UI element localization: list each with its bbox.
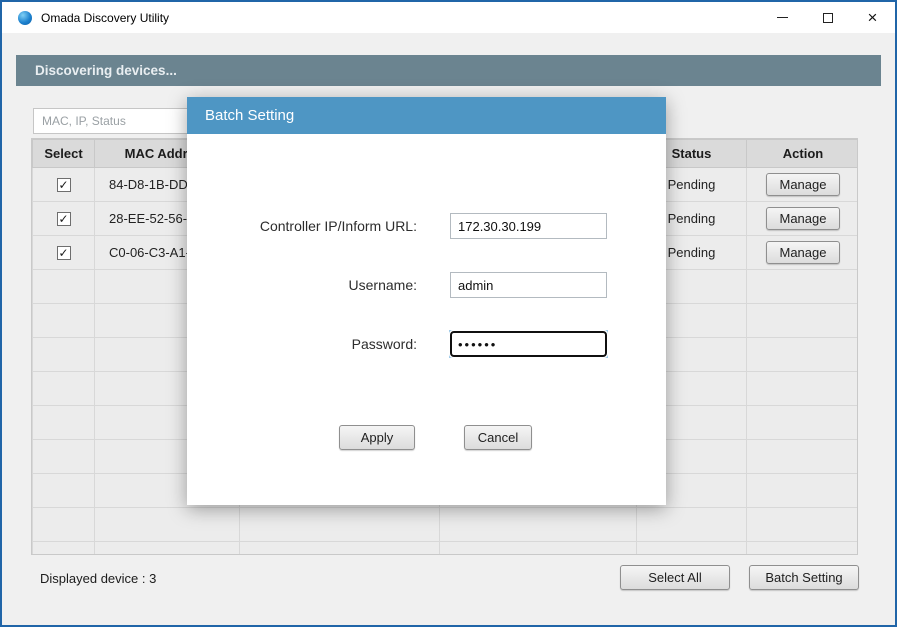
password-input[interactable] [450,331,607,357]
manage-button[interactable]: Manage [766,241,840,264]
app-window: Omada Discovery Utility × Discovering de… [0,0,897,627]
empty-cell [95,508,240,542]
close-button[interactable]: × [850,2,895,33]
empty-cell [440,508,637,542]
password-field-row: Password: [187,331,666,357]
empty-cell [440,542,637,556]
manage-button[interactable]: Manage [766,173,840,196]
empty-cell [747,304,859,338]
password-label: Password: [187,336,417,352]
window-controls: × [760,2,895,33]
table-row-empty [33,542,859,556]
empty-cell [747,474,859,508]
empty-cell [33,508,95,542]
empty-cell [747,270,859,304]
manage-button[interactable]: Manage [766,207,840,230]
header-action: Action [747,140,859,168]
empty-cell [33,338,95,372]
dialog-titlebar[interactable]: Batch Setting [187,97,666,134]
controller-ip-input[interactable] [450,213,607,239]
action-cell: Manage [747,202,859,236]
row-checkbox[interactable]: ✓ [57,212,71,226]
table-row-empty [33,508,859,542]
empty-cell [95,542,240,556]
empty-cell [747,338,859,372]
select-cell: ✓ [33,236,95,270]
username-label: Username: [187,277,417,293]
username-field-row: Username: [187,272,666,298]
header-select: Select [33,140,95,168]
omada-logo-icon [18,11,32,25]
maximize-icon [823,13,833,23]
empty-cell [33,372,95,406]
check-icon: ✓ [58,179,68,191]
row-checkbox[interactable]: ✓ [57,246,71,260]
empty-cell [33,474,95,508]
batch-setting-dialog: Batch Setting Controller IP/Inform URL: … [187,97,666,505]
minimize-icon [777,17,788,18]
action-cell: Manage [747,168,859,202]
empty-cell [747,406,859,440]
empty-cell [747,372,859,406]
close-icon: × [868,9,878,26]
empty-cell [33,406,95,440]
empty-cell [33,270,95,304]
check-icon: ✓ [58,247,68,259]
batch-setting-button[interactable]: Batch Setting [749,565,859,590]
select-cell: ✓ [33,168,95,202]
window-title: Omada Discovery Utility [41,11,169,25]
select-all-button[interactable]: Select All [620,565,730,590]
check-icon: ✓ [58,213,68,225]
dialog-buttons: Apply Cancel [187,425,666,450]
empty-cell [637,542,747,556]
empty-cell [637,508,747,542]
minimize-button[interactable] [760,2,805,33]
empty-cell [747,542,859,556]
select-cell: ✓ [33,202,95,236]
empty-cell [747,508,859,542]
device-count-label: Displayed device : 3 [40,571,156,586]
empty-cell [240,508,440,542]
action-cell: Manage [747,236,859,270]
maximize-button[interactable] [805,2,850,33]
empty-cell [33,304,95,338]
apply-button[interactable]: Apply [339,425,415,450]
controller-field-row: Controller IP/Inform URL: [187,213,666,239]
discovering-devices-header: Discovering devices... [16,55,881,86]
username-input[interactable] [450,272,607,298]
empty-cell [33,440,95,474]
titlebar[interactable]: Omada Discovery Utility × [2,2,895,33]
cancel-button[interactable]: Cancel [464,425,532,450]
empty-cell [240,542,440,556]
empty-cell [747,440,859,474]
controller-ip-label: Controller IP/Inform URL: [187,218,417,234]
empty-cell [33,542,95,556]
dialog-title: Batch Setting [205,107,294,124]
row-checkbox[interactable]: ✓ [57,178,71,192]
